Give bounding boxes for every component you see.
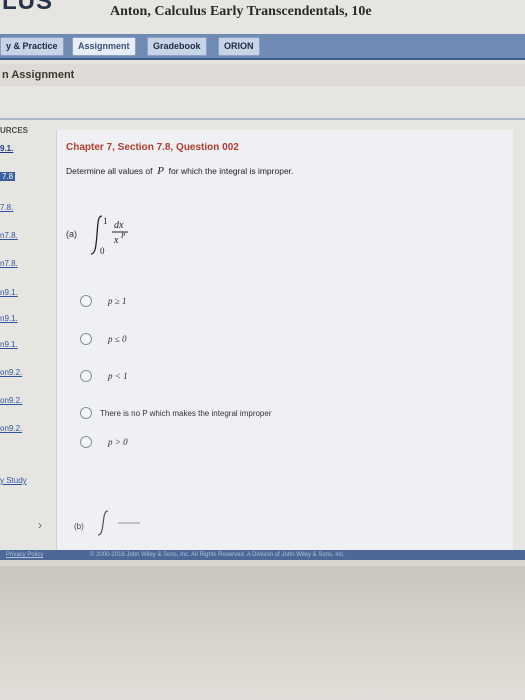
radio-button[interactable] (80, 333, 92, 345)
sidebar-item[interactable]: n7.8. (0, 231, 18, 240)
radio-button[interactable] (80, 407, 92, 419)
sidebar-item[interactable]: n9.1. (0, 314, 18, 323)
answer-option-label: There is no P which makes the integral i… (100, 408, 272, 418)
radio-button[interactable] (80, 370, 92, 382)
answer-option[interactable]: p < 1 (80, 368, 128, 384)
tab-assignment[interactable]: Assignment (72, 37, 136, 56)
svg-text:0: 0 (100, 246, 105, 256)
sidebar-item[interactable]: on9.2. (0, 368, 22, 377)
radio-button[interactable] (80, 295, 92, 307)
answer-option[interactable]: p ≥ 1 (80, 293, 126, 309)
privacy-link[interactable]: Privacy Policy (6, 552, 43, 558)
answer-option[interactable]: p ≤ 0 (80, 331, 126, 347)
sidebar-item[interactable]: 7.8. (0, 203, 13, 212)
book-title: Anton, Calculus Early Transcendentals, 1… (110, 4, 372, 19)
tab-gradebook[interactable]: Gradebook (147, 37, 207, 56)
resources-heading: URCES (0, 126, 29, 135)
app-logo: LUS (2, 0, 53, 15)
answer-option[interactable]: There is no P which makes the integral i… (80, 405, 272, 421)
answer-option[interactable]: p > 0 (80, 434, 128, 450)
prompt-variable: P (157, 165, 164, 177)
sidebar-item-current[interactable]: 7.8 (0, 172, 16, 181)
question-title: Chapter 7, Section 7.8, Question 002 (66, 142, 239, 153)
page-title: n Assignment (0, 64, 525, 86)
svg-text:P: P (120, 232, 126, 240)
sidebar-item[interactable]: n7.8. (0, 259, 18, 268)
tab-practice[interactable]: y & Practice (0, 37, 64, 56)
sidebar-item[interactable]: on9.2. (0, 424, 22, 433)
sidebar-item[interactable]: n9.1. (0, 340, 18, 349)
answer-option-label: p ≥ 1 (108, 296, 127, 306)
svg-text:dx: dx (114, 220, 124, 231)
answer-option-label: p ≤ 0 (108, 334, 127, 344)
sidebar-item[interactable]: 9.1. (0, 144, 13, 153)
prompt-text-start: Determine all values of (66, 166, 153, 176)
answer-option-label: p < 1 (108, 371, 128, 381)
sidebar-item[interactable]: on9.2. (0, 396, 22, 405)
part-b-label: (b) (74, 522, 84, 531)
integral-expression: 1 0 dx x P (90, 215, 128, 256)
screen: LUS Anton, Calculus Early Transcendental… (0, 0, 525, 560)
part-a-label: (a) (66, 229, 77, 239)
chevron-right-icon[interactable]: › (38, 518, 42, 532)
prompt-text-end: for which the integral is improper. (168, 166, 294, 176)
monitor-bezel (0, 566, 525, 700)
study-link[interactable]: y Study (0, 476, 27, 485)
radio-button[interactable] (80, 436, 92, 448)
svg-text:x: x (113, 235, 119, 246)
copyright-text: © 2000-2016 John Wiley & Sons, Inc. All … (90, 552, 345, 558)
part-b-integral-icon (97, 510, 140, 536)
tab-orion[interactable]: ORION (218, 37, 260, 56)
top-nav: y & Practice Assignment Gradebook ORION (0, 34, 525, 60)
question-prompt: Determine all values of P for which the … (66, 165, 293, 177)
header-divider (0, 118, 525, 120)
sidebar-item[interactable]: n9.1. (0, 288, 18, 297)
answer-option-label: p > 0 (108, 437, 128, 447)
svg-text:1: 1 (103, 216, 108, 226)
